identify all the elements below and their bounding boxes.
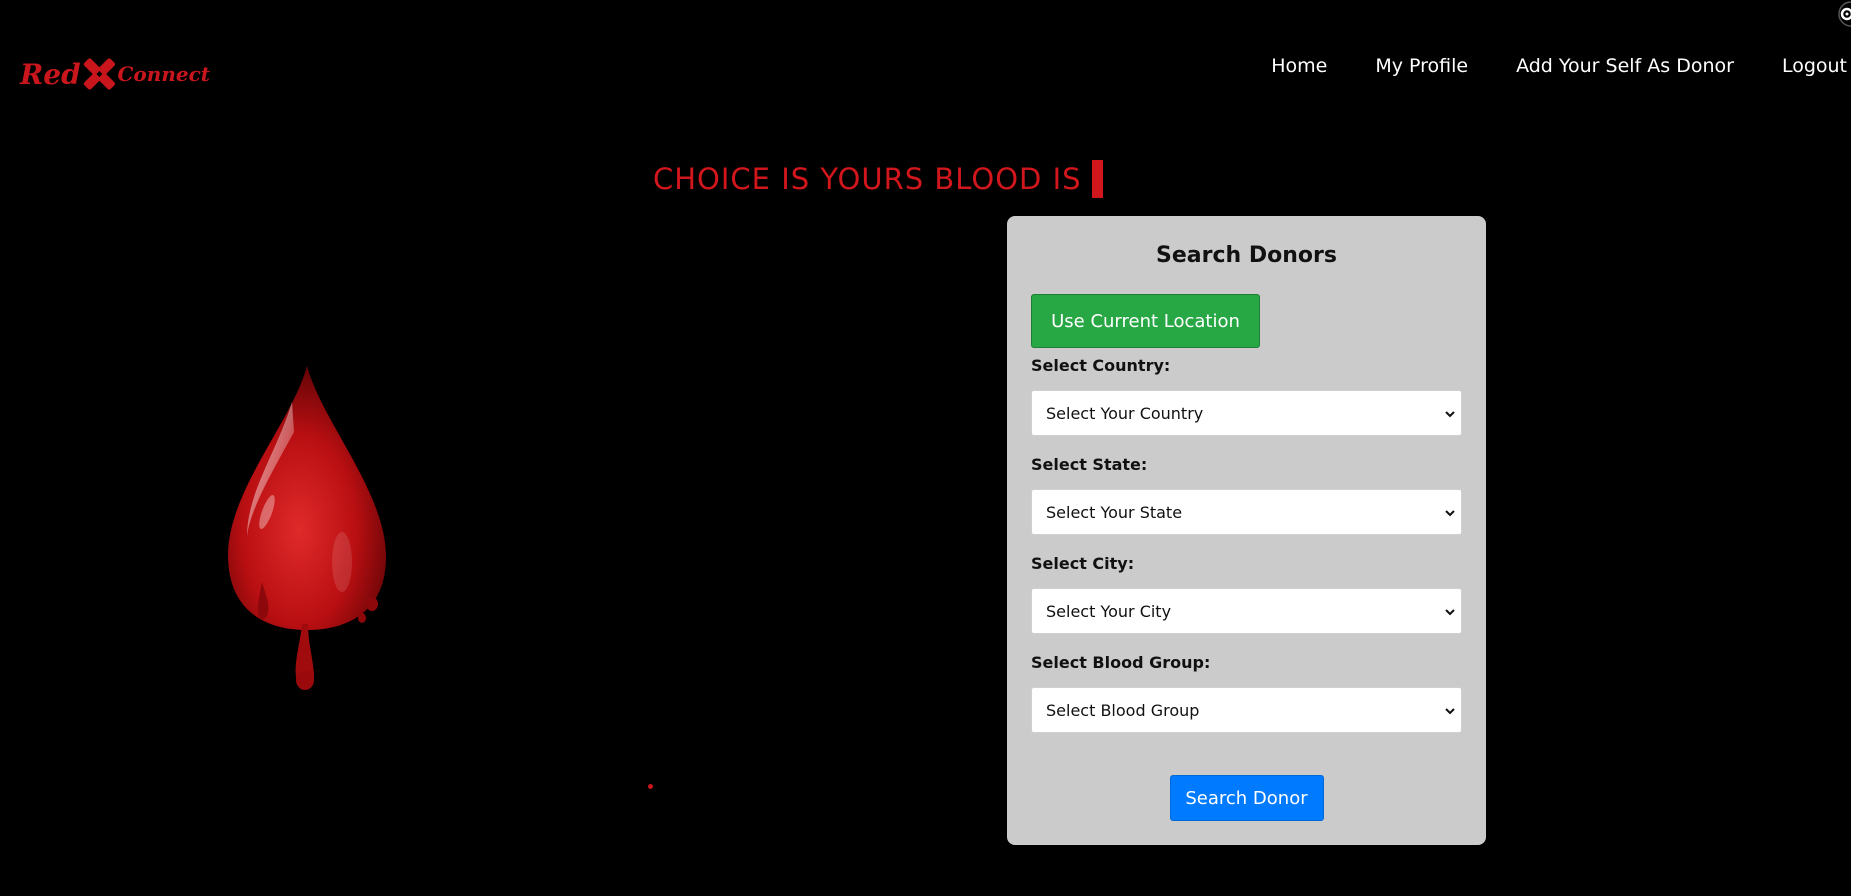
nav-add-donor[interactable]: Add Your Self As Donor bbox=[1516, 55, 1734, 77]
decorative-dot bbox=[648, 784, 653, 789]
search-donor-button[interactable]: Search Donor bbox=[1169, 775, 1324, 821]
state-label: Select State: bbox=[1031, 455, 1148, 474]
chevron-down-icon bbox=[1445, 708, 1455, 715]
blood-group-label: Select Blood Group: bbox=[1031, 653, 1211, 672]
settings-gear-icon[interactable] bbox=[1829, 0, 1851, 30]
brand-name-left: Red bbox=[20, 57, 81, 91]
nav-logout[interactable]: Logout bbox=[1782, 55, 1847, 77]
city-select[interactable]: Select Your City bbox=[1031, 588, 1462, 634]
typing-cursor bbox=[1091, 160, 1103, 198]
use-current-location-button[interactable]: Use Current Location bbox=[1031, 294, 1260, 348]
nav-my-profile[interactable]: My Profile bbox=[1375, 55, 1468, 77]
country-select[interactable]: Select Your Country bbox=[1031, 390, 1462, 436]
brand-name-right: Connect bbox=[117, 62, 210, 86]
state-select[interactable]: Select Your State bbox=[1031, 489, 1462, 535]
nav-home[interactable]: Home bbox=[1271, 55, 1327, 77]
city-label: Select City: bbox=[1031, 554, 1135, 573]
search-title: Search Donors bbox=[1156, 243, 1337, 268]
country-label: Select Country: bbox=[1031, 356, 1171, 375]
x-cross-icon bbox=[83, 58, 115, 90]
search-donors-card: Search Donors Use Current Location Selec… bbox=[1007, 216, 1486, 845]
country-select-value: Select Your Country bbox=[1046, 403, 1204, 423]
chevron-down-icon bbox=[1445, 411, 1455, 418]
chevron-down-icon bbox=[1445, 609, 1455, 616]
hero-headline: CHOICE IS YOURS BLOOD IS bbox=[653, 160, 1103, 198]
state-select-value: Select Your State bbox=[1046, 502, 1183, 522]
brand-logo[interactable]: Red Connect bbox=[20, 42, 210, 106]
blood-group-select-value: Select Blood Group bbox=[1046, 700, 1200, 720]
hero-headline-text: CHOICE IS YOURS BLOOD IS bbox=[653, 162, 1082, 196]
city-select-value: Select Your City bbox=[1046, 601, 1172, 621]
blood-drop-icon bbox=[227, 366, 386, 690]
main-nav: Home My Profile Add Your Self As Donor L… bbox=[1223, 52, 1851, 80]
blood-group-select[interactable]: Select Blood Group bbox=[1031, 687, 1462, 733]
chevron-down-icon bbox=[1445, 510, 1455, 517]
